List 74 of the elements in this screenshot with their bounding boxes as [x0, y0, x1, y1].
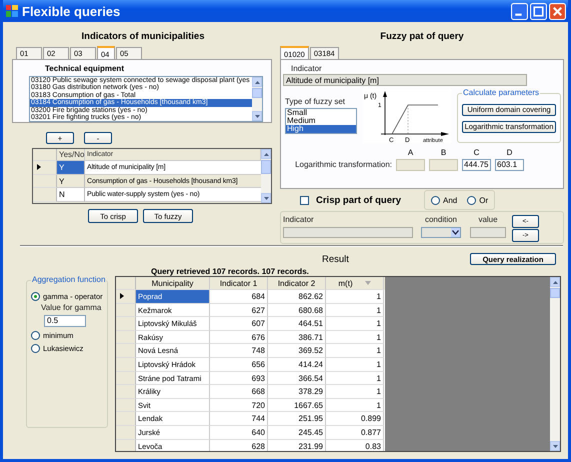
- column-header[interactable]: Yes/No: [57, 149, 85, 161]
- condition-dropdown[interactable]: [421, 226, 461, 238]
- table-cell: 231.99: [268, 440, 326, 451]
- gamma-field[interactable]: 0.5: [44, 315, 86, 327]
- y-axis: [383, 90, 387, 136]
- list-item[interactable]: High: [286, 124, 356, 133]
- maximize-icon[interactable]: [530, 2, 547, 20]
- sort-icon: [364, 281, 371, 285]
- operator-radio[interactable]: And: [431, 196, 458, 205]
- field-label: Indicator: [290, 62, 323, 74]
- up-arrow-icon[interactable]: [264, 152, 268, 156]
- section-heading: Crisp part of query: [316, 194, 402, 206]
- column-header[interactable]: m(t): [326, 277, 384, 290]
- section-heading: Indicators of municipalities: [80, 31, 206, 44]
- indicator-list[interactable]: [29, 76, 263, 122]
- current-row-icon: [37, 164, 41, 170]
- field-label: condition: [424, 214, 458, 224]
- operator-radio[interactable]: Or: [467, 196, 488, 205]
- parameter-field[interactable]: 603.1: [495, 158, 524, 171]
- down-arrow-icon[interactable]: [552, 444, 558, 448]
- field-label: Type of fuzzy set: [285, 96, 346, 106]
- scroll-thumb[interactable]: [550, 288, 560, 298]
- column-header[interactable]: Indicator 1: [210, 277, 268, 290]
- group-title: Technical equipment: [45, 64, 125, 73]
- list-item[interactable]: Medium: [286, 116, 356, 125]
- app-icon: [6, 5, 18, 17]
- chevron-icon: [452, 230, 459, 235]
- crisp-checkbox[interactable]: [300, 196, 309, 205]
- scrollbar[interactable]: [550, 277, 560, 451]
- scrollbar[interactable]: [261, 149, 271, 203]
- up-arrow-icon[interactable]: [254, 80, 260, 84]
- scroll-thumb[interactable]: [252, 88, 262, 98]
- group-title: Calculate parameters: [462, 88, 540, 97]
- section-heading: Result: [322, 254, 350, 264]
- parameter-label: C: [474, 148, 480, 157]
- status-text: Query retrieved 107 records. 107 records.: [151, 267, 310, 276]
- indicator-field[interactable]: Altitude of municipality [m]: [283, 74, 527, 86]
- fuzzy-set-list[interactable]: Small Medium High: [285, 108, 357, 134]
- close-icon[interactable]: [549, 2, 566, 20]
- parameter-label: A: [408, 148, 414, 157]
- column-header[interactable]: Municipality: [136, 277, 210, 290]
- minimize-icon[interactable]: [511, 2, 528, 20]
- group-title: Aggregation function: [31, 275, 106, 284]
- scrollbar[interactable]: [252, 77, 262, 121]
- parameter-field[interactable]: [396, 158, 425, 171]
- x-axis: [380, 132, 449, 136]
- column-header[interactable]: Indicator 2: [268, 277, 326, 290]
- list-item[interactable]: Small: [286, 108, 356, 117]
- section-heading: Fuzzy pat of query: [379, 31, 465, 44]
- up-arrow-icon[interactable]: [552, 280, 558, 284]
- current-row-icon: [120, 293, 124, 300]
- membership-line: [392, 104, 438, 134]
- parameter-field[interactable]: [429, 158, 458, 171]
- row-header[interactable]: [116, 290, 136, 304]
- table-cell: 0.83: [326, 440, 384, 451]
- row-header[interactable]: [33, 161, 57, 174]
- field-label: Indicator: [283, 214, 315, 224]
- parameter-label: B: [440, 148, 446, 157]
- table-cell[interactable]: Y: [57, 174, 85, 188]
- row-header: [116, 277, 136, 290]
- indicator-field[interactable]: [283, 226, 413, 238]
- window-title: Flexible queries: [22, 4, 122, 18]
- parameter-label: D: [506, 148, 512, 157]
- parameter-field[interactable]: 444.75: [462, 158, 491, 171]
- field-label: value: [478, 214, 498, 224]
- table-cell: 628: [210, 440, 268, 451]
- down-arrow-icon[interactable]: [264, 196, 268, 200]
- field-label: Logarithmic transformation:: [294, 158, 392, 171]
- field-label: Value for gamma: [41, 303, 102, 313]
- value-field[interactable]: [470, 226, 506, 238]
- table-cell[interactable]: N: [57, 188, 85, 202]
- table-cell[interactable]: Y: [57, 161, 85, 174]
- scroll-thumb[interactable]: [261, 160, 271, 174]
- down-arrow-icon[interactable]: [254, 114, 260, 118]
